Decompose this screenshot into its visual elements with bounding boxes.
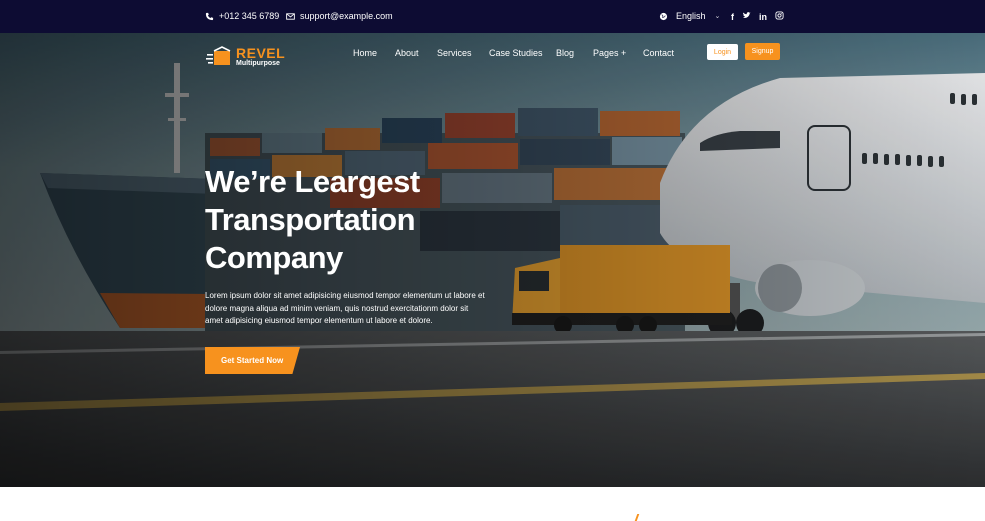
nav-blog[interactable]: Blog	[556, 48, 574, 58]
hero-description: Lorem ipsum dolor sit amet adipisicing e…	[205, 291, 485, 325]
chevron-down-icon: ⌄	[714, 13, 721, 20]
top-bar: +012 345 6789 support@example.com Englis…	[0, 0, 985, 33]
hero-headline: We’re Leargest Transportation Company	[205, 163, 465, 277]
twitter-icon[interactable]	[742, 11, 751, 22]
language-label: English	[676, 11, 706, 21]
headline-line-3: Company	[205, 240, 343, 275]
brand-tagline: Multipurpose	[236, 59, 280, 67]
nav-about[interactable]: About	[395, 48, 419, 58]
facebook-icon[interactable]: f	[731, 12, 734, 22]
brand-logo[interactable]: REVEL Multipurpose	[206, 45, 285, 67]
social-links: f in	[731, 11, 784, 22]
phone-contact[interactable]: +012 345 6789	[205, 11, 279, 21]
nav-home[interactable]: Home	[353, 48, 377, 58]
nav-contact[interactable]: Contact	[643, 48, 674, 58]
phone-icon	[205, 12, 214, 20]
globe-icon	[659, 12, 668, 20]
signup-button[interactable]: Signup	[745, 43, 780, 60]
headline-line-1: We’re Leargest	[205, 164, 420, 199]
nav-case-studies[interactable]: Case Studies	[489, 48, 543, 58]
nav-pages[interactable]: Pages +	[593, 48, 626, 58]
nav-services[interactable]: Services	[437, 48, 472, 58]
brand-name: REVEL	[236, 44, 286, 61]
instagram-icon[interactable]	[775, 11, 784, 22]
logo-box-icon	[206, 45, 232, 67]
headline-line-2: Transportation	[205, 202, 416, 237]
login-button[interactable]: Login	[707, 44, 738, 60]
hero-background-image	[0, 33, 985, 487]
next-section	[0, 487, 985, 521]
language-selector[interactable]: English ⌄	[659, 11, 720, 21]
email-address: support@example.com	[300, 11, 393, 21]
email-contact[interactable]: support@example.com	[286, 11, 393, 21]
envelope-icon	[286, 12, 295, 20]
get-started-button[interactable]: Get Started Now	[205, 347, 300, 374]
phone-number: +012 345 6789	[219, 11, 280, 21]
hero-banner	[0, 33, 985, 487]
linkedin-icon[interactable]: in	[759, 12, 767, 22]
